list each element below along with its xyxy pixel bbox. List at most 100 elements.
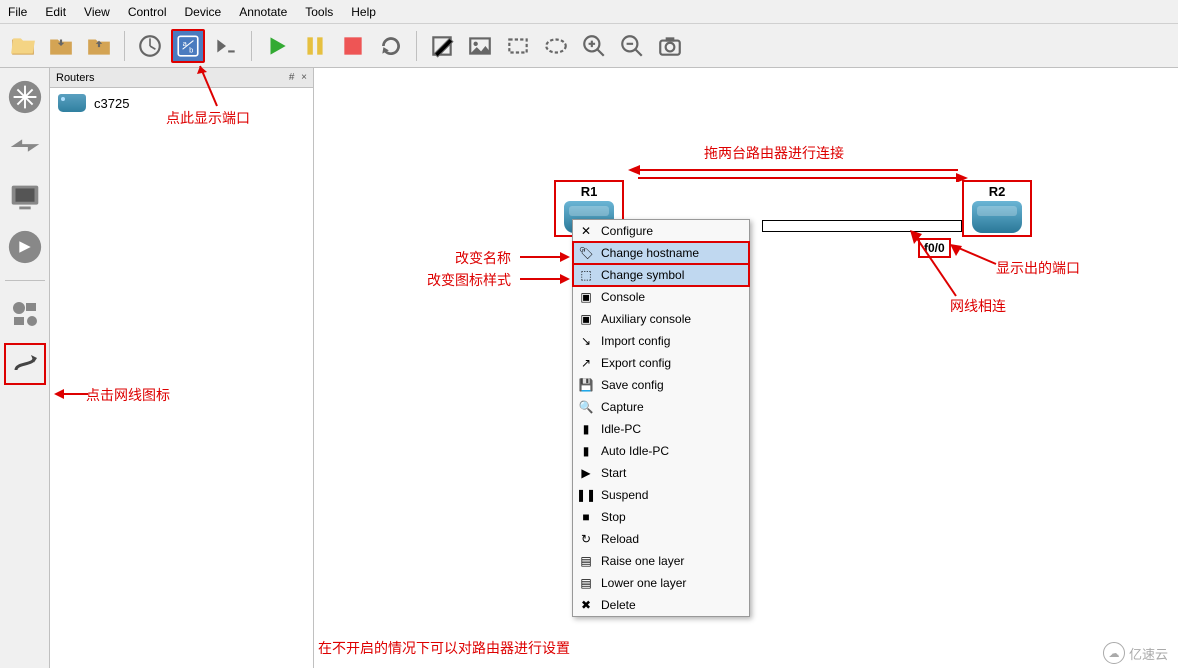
menu-item-label: Stop: [601, 510, 626, 524]
menu-item-idle-pc[interactable]: ▮Idle-PC: [573, 418, 749, 440]
node-r2-label: R2: [966, 184, 1028, 199]
annotation-port-shown: 显示出的端口: [996, 258, 1080, 278]
menu-item-reload[interactable]: ↻ Reload: [573, 528, 749, 550]
routers-category-button[interactable]: [4, 76, 46, 118]
raise-one-layer-icon: ▤: [577, 553, 595, 569]
menu-item-label: Idle-PC: [601, 422, 641, 436]
console-icon: ▣: [577, 289, 595, 305]
zoom-out-button[interactable]: [615, 29, 649, 63]
node-r2[interactable]: R2: [962, 180, 1032, 237]
arrow-icon: [520, 272, 570, 286]
panel-controls[interactable]: # ×: [289, 72, 309, 83]
menu-item-label: Auto Idle-PC: [601, 444, 669, 458]
panel-header: Routers # ×: [50, 68, 313, 88]
menu-item-export-config[interactable]: ↗ Export config: [573, 352, 749, 374]
watermark-text: 亿速云: [1129, 644, 1168, 663]
router-icon: [58, 94, 86, 112]
menu-item-label: Raise one layer: [601, 554, 684, 568]
snapshot-button[interactable]: [133, 29, 167, 63]
annotation-cable-icon: 点击网线图标: [86, 385, 170, 405]
menu-item-configure[interactable]: ✕Configure: [573, 220, 749, 242]
menu-item-label: Save config: [601, 378, 664, 392]
menu-bar: File Edit View Control Device Annotate T…: [0, 0, 1178, 24]
menu-item-label: Reload: [601, 532, 639, 546]
menu-item-label: Auxiliary console: [601, 312, 691, 326]
end-devices-button[interactable]: [4, 176, 46, 218]
menu-item-suspend[interactable]: ❚❚Suspend: [573, 484, 749, 506]
auto-idle-pc-icon: ▮: [577, 443, 595, 459]
node-context-menu: ✕Configure🏷Change hostname⬚Change symbol…: [572, 219, 750, 617]
menu-tools[interactable]: Tools: [305, 5, 333, 19]
arrow-icon: [910, 230, 960, 300]
show-ports-button[interactable]: ab: [171, 29, 205, 63]
configure-icon: ✕: [577, 223, 595, 239]
menu-item-start[interactable]: ▶ Start: [573, 462, 749, 484]
annotate-rect-button[interactable]: [501, 29, 535, 63]
menu-item-auto-idle-pc[interactable]: ▮ Auto Idle-PC: [573, 440, 749, 462]
menu-item-label: Start: [601, 466, 626, 480]
menu-item-change-symbol[interactable]: ⬚Change symbol: [573, 264, 749, 286]
menu-item-console[interactable]: ▣ Console: [573, 286, 749, 308]
router-icon: [972, 201, 1022, 233]
watermark: ☁ 亿速云: [1103, 642, 1168, 664]
stop-all-button[interactable]: [336, 29, 370, 63]
menu-item-label: Suspend: [601, 488, 648, 502]
menu-control[interactable]: Control: [128, 5, 167, 19]
menu-help[interactable]: Help: [351, 5, 376, 19]
all-devices-button[interactable]: [4, 293, 46, 335]
reload-all-button[interactable]: [374, 29, 408, 63]
capture-icon: 🔍: [577, 399, 595, 415]
annotate-note-button[interactable]: [425, 29, 459, 63]
annotation-change-symbol: 改变图标样式: [427, 270, 511, 290]
switches-category-button[interactable]: [4, 126, 46, 168]
import-config-icon: ↘: [577, 333, 595, 349]
menu-item-label: Lower one layer: [601, 576, 686, 590]
start-all-button[interactable]: [260, 29, 294, 63]
menu-item-save-config[interactable]: 💾Save config: [573, 374, 749, 396]
lower-one-layer-icon: ▤: [577, 575, 595, 591]
annotate-image-button[interactable]: [463, 29, 497, 63]
menu-device[interactable]: Device: [185, 5, 222, 19]
zoom-in-button[interactable]: [577, 29, 611, 63]
reload-icon: ↻: [577, 531, 595, 547]
menu-item-auxiliary-console[interactable]: ▣Auxiliary console: [573, 308, 749, 330]
menu-file[interactable]: File: [8, 5, 27, 19]
menu-item-change-hostname[interactable]: 🏷Change hostname: [573, 242, 749, 264]
arrow-icon: [520, 250, 570, 264]
menu-edit[interactable]: Edit: [45, 5, 66, 19]
arrow-icon: [628, 164, 968, 182]
routers-panel: Routers # × c3725: [50, 68, 314, 668]
menu-item-delete[interactable]: ✖Delete: [573, 594, 749, 616]
screenshot-button[interactable]: [653, 29, 687, 63]
toolbar: ab: [0, 24, 1178, 68]
new-project-button[interactable]: [6, 29, 40, 63]
menu-view[interactable]: View: [84, 5, 110, 19]
menu-item-lower-one-layer[interactable]: ▤ Lower one layer: [573, 572, 749, 594]
add-link-button[interactable]: [4, 343, 46, 385]
router-template-name: c3725: [94, 96, 129, 111]
annotate-ellipse-button[interactable]: [539, 29, 573, 63]
menu-annotate[interactable]: Annotate: [239, 5, 287, 19]
annotation-offline-config: 在不开启的情况下可以对路由器进行设置: [318, 638, 570, 658]
menu-item-label: Export config: [601, 356, 671, 370]
security-devices-button[interactable]: [4, 226, 46, 268]
menu-item-stop[interactable]: ■ Stop: [573, 506, 749, 528]
panel-title: Routers: [56, 72, 95, 84]
console-all-button[interactable]: [209, 29, 243, 63]
save-project-button[interactable]: [82, 29, 116, 63]
cloud-icon: ☁: [1103, 642, 1125, 664]
menu-item-label: Capture: [601, 400, 644, 414]
pause-all-button[interactable]: [298, 29, 332, 63]
stop-icon: ■: [577, 509, 595, 525]
menu-item-label: Change hostname: [601, 246, 699, 260]
menu-item-label: Console: [601, 290, 645, 304]
menu-item-raise-one-layer[interactable]: ▤ Raise one layer: [573, 550, 749, 572]
menu-item-label: Import config: [601, 334, 670, 348]
annotation-show-ports: 点此显示端口: [166, 108, 250, 128]
start-icon: ▶: [577, 465, 595, 481]
svg-text:b: b: [189, 45, 193, 54]
menu-item-capture[interactable]: 🔍 Capture: [573, 396, 749, 418]
export-config-icon: ↗: [577, 355, 595, 371]
menu-item-import-config[interactable]: ↘ Import config: [573, 330, 749, 352]
open-project-button[interactable]: [44, 29, 78, 63]
